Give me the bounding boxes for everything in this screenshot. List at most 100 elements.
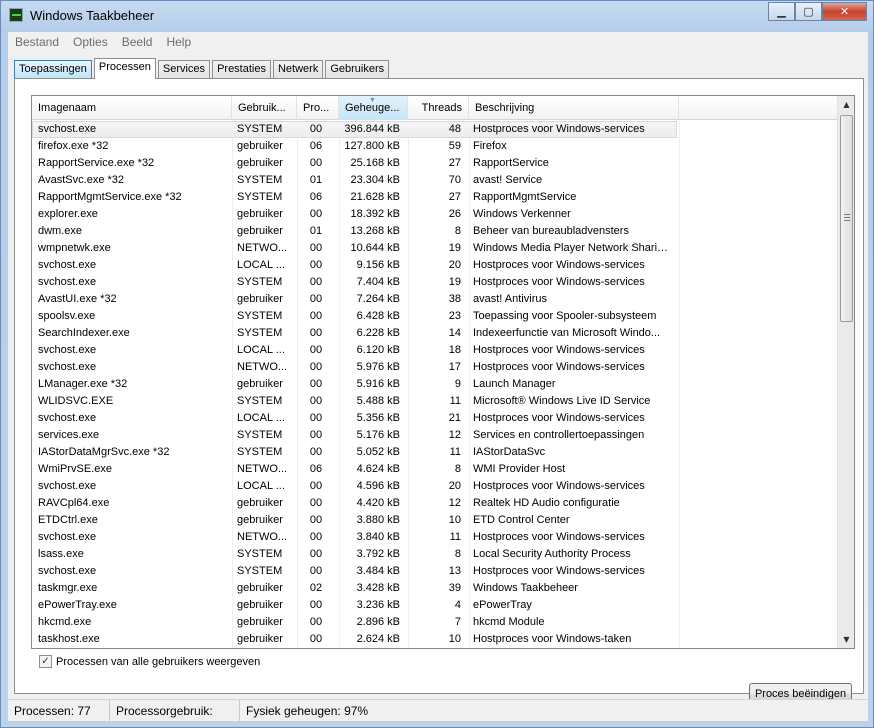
cell-user: LOCAL ... bbox=[237, 259, 285, 271]
cell-description: Windows Taakbeheer bbox=[473, 582, 578, 594]
column-header-threads[interactable]: Threads bbox=[408, 96, 469, 120]
table-row[interactable]: lsass.exe SYSTEM 00 3.792 kB 8 Local Security… bbox=[32, 546, 838, 563]
table-row[interactable]: svchost.exe SYSTEM 00 396.844 kB 48 Hostproce… bbox=[32, 121, 677, 138]
menu-help[interactable]: Help bbox=[159, 35, 198, 49]
cell-description: Toepassing voor Spooler-subsysteem bbox=[473, 310, 657, 322]
table-row[interactable]: WLIDSVC.EXE SYSTEM 00 5.488 kB 11 Microsoft® … bbox=[32, 393, 838, 410]
close-button[interactable]: ✕ bbox=[822, 2, 867, 21]
scrollbar-thumb[interactable] bbox=[840, 115, 853, 322]
cell-threads: 48 bbox=[448, 123, 461, 135]
table-row[interactable]: SearchIndexer.exe SYSTEM 00 6.228 kB 14 Index… bbox=[32, 325, 838, 342]
table-row[interactable]: explorer.exe gebruiker 00 18.392 kB 26 Window… bbox=[32, 206, 838, 223]
cell-image-name: firefox.exe *32 bbox=[38, 140, 109, 152]
table-row[interactable]: svchost.exe LOCAL ... 00 5.356 kB 21 Hostproc… bbox=[32, 410, 838, 427]
table-row[interactable]: RAVCpl64.exe gebruiker 00 4.420 kB 12 Realtek… bbox=[32, 495, 838, 512]
cell-description: Hostproces voor Windows-services bbox=[473, 412, 645, 424]
column-header-user[interactable]: Gebruik... bbox=[232, 96, 297, 120]
column-header-memory[interactable]: ▼ Geheuge... bbox=[339, 96, 408, 120]
scroll-down-icon[interactable]: ▼ bbox=[838, 631, 854, 648]
menu-beeld[interactable]: Beeld bbox=[115, 35, 160, 49]
title-bar[interactable]: Windows Taakbeheer ▁ ▢ ✕ bbox=[1, 1, 873, 31]
cell-image-name: taskmgr.exe bbox=[38, 582, 98, 594]
table-row[interactable]: RapportService.exe *32 gebruiker 00 25.168 … bbox=[32, 155, 838, 172]
maximize-button[interactable]: ▢ bbox=[795, 2, 822, 21]
table-row[interactable]: taskhost.exe gebruiker 00 2.624 kB 10 Hostpro… bbox=[32, 631, 838, 648]
table-row[interactable]: svchost.exe SYSTEM 00 7.404 kB 19 Hostproces … bbox=[32, 274, 838, 291]
tab-services[interactable]: Services bbox=[157, 60, 211, 79]
table-row[interactable]: ePowerTray.exe gebruiker 00 3.236 kB 4 ePower… bbox=[32, 597, 838, 614]
cell-description: Firefox bbox=[473, 140, 507, 152]
vertical-scrollbar[interactable]: ▲ ▼ bbox=[837, 96, 854, 648]
cell-user: NETWO... bbox=[237, 242, 288, 254]
cell-threads: 20 bbox=[448, 480, 461, 492]
tab-users[interactable]: Gebruikers bbox=[325, 60, 390, 79]
cell-image-name: svchost.exe bbox=[38, 276, 97, 288]
column-header-cpu[interactable]: Pro... bbox=[297, 96, 339, 120]
menu-opties[interactable]: Opties bbox=[66, 35, 115, 49]
cell-description: Hostproces voor Windows-services bbox=[473, 531, 645, 543]
cell-threads: 12 bbox=[448, 429, 461, 441]
cell-image-name: WmiPrvSE.exe bbox=[38, 463, 112, 475]
table-row[interactable]: IAStorDataMgrSvc.exe *32 SYSTEM 00 5.052 kB… bbox=[32, 444, 838, 461]
column-header-description[interactable]: Beschrijving bbox=[469, 96, 679, 120]
table-row[interactable]: AvastSvc.exe *32 SYSTEM 01 23.304 kB 70 avast… bbox=[32, 172, 838, 189]
table-row[interactable]: hkcmd.exe gebruiker 00 2.896 kB 7 hkcmd Modul… bbox=[32, 614, 838, 631]
cell-image-name: LManager.exe *32 bbox=[38, 378, 128, 390]
show-all-users-checkbox[interactable]: ✓ bbox=[39, 655, 52, 668]
table-row[interactable]: ETDCtrl.exe gebruiker 00 3.880 kB 10 ETD Cont… bbox=[32, 512, 838, 529]
cell-image-name: svchost.exe bbox=[38, 344, 97, 356]
cell-cpu: 06 bbox=[309, 191, 323, 203]
table-row[interactable]: svchost.exe NETWO... 00 5.976 kB 17 Hostproce… bbox=[32, 359, 838, 376]
table-row[interactable]: LManager.exe *32 gebruiker 00 5.916 kB 9 Laun… bbox=[32, 376, 838, 393]
cell-threads: 13 bbox=[448, 565, 461, 577]
cell-threads: 11 bbox=[449, 395, 461, 407]
table-row[interactable]: WmiPrvSE.exe NETWO... 06 4.624 kB 8 WMI Provi… bbox=[32, 461, 838, 478]
cell-user: gebruiker bbox=[237, 599, 283, 611]
cell-cpu: 00 bbox=[309, 633, 323, 645]
minimize-button[interactable]: ▁ bbox=[768, 2, 795, 21]
table-row[interactable]: wmpnetwk.exe NETWO... 00 10.644 kB 19 Windows… bbox=[32, 240, 838, 257]
table-row[interactable]: dwm.exe gebruiker 01 13.268 kB 8 Beheer van b… bbox=[32, 223, 838, 240]
cell-description: Local Security Authority Process bbox=[473, 548, 631, 560]
table-row[interactable]: RapportMgmtService.exe *32 SYSTEM 06 21.628… bbox=[32, 189, 838, 206]
cell-user: LOCAL ... bbox=[237, 344, 285, 356]
table-row[interactable]: svchost.exe LOCAL ... 00 6.120 kB 18 Hostproc… bbox=[32, 342, 838, 359]
cell-description: Indexeerfunctie van Microsoft Windo... bbox=[473, 327, 661, 339]
cell-image-name: ETDCtrl.exe bbox=[38, 514, 98, 526]
cell-description: Hostproces voor Windows-services bbox=[473, 276, 645, 288]
cell-user: SYSTEM bbox=[237, 310, 283, 322]
cell-description: Services en controllertoepassingen bbox=[473, 429, 645, 441]
status-memory-usage: Fysiek geheugen: 97% bbox=[246, 704, 369, 718]
cell-cpu: 00 bbox=[309, 395, 323, 407]
cell-cpu: 00 bbox=[309, 344, 323, 356]
cell-user: SYSTEM bbox=[237, 191, 283, 203]
task-manager-window: Windows Taakbeheer ▁ ▢ ✕ Bestand Opties … bbox=[0, 0, 874, 728]
table-row[interactable]: services.exe SYSTEM 00 5.176 kB 12 Services e… bbox=[32, 427, 838, 444]
table-row[interactable]: AvastUI.exe *32 gebruiker 00 7.264 kB 38 avas… bbox=[32, 291, 838, 308]
cell-description: Windows Verkenner bbox=[473, 208, 571, 220]
table-row[interactable]: firefox.exe *32 gebruiker 06 127.800 kB 59 Fi… bbox=[32, 138, 838, 155]
column-header-image-name[interactable]: Imagenaam bbox=[32, 96, 232, 120]
show-all-users-option[interactable]: ✓ Processen van alle gebruikers weergeve… bbox=[39, 655, 260, 668]
table-row[interactable]: taskmgr.exe gebruiker 02 3.428 kB 39 Windows … bbox=[32, 580, 838, 597]
table-row[interactable]: svchost.exe LOCAL ... 00 4.596 kB 20 Hostproc… bbox=[32, 478, 838, 495]
table-row[interactable]: svchost.exe SYSTEM 00 3.484 kB 13 Hostproces … bbox=[32, 563, 838, 580]
tab-processes[interactable]: Processen bbox=[93, 58, 156, 79]
table-row[interactable]: spoolsv.exe SYSTEM 00 6.428 kB 23 Toepassing … bbox=[32, 308, 838, 325]
cell-memory: 2.896 kB bbox=[356, 616, 400, 628]
cell-cpu: 00 bbox=[309, 310, 323, 322]
scroll-up-icon[interactable]: ▲ bbox=[838, 96, 854, 113]
cell-cpu: 00 bbox=[309, 616, 323, 628]
process-list[interactable]: Imagenaam Gebruik... Pro... ▼ Geheuge...… bbox=[31, 95, 855, 649]
table-row[interactable]: svchost.exe NETWO... 00 3.840 kB 11 Hostproce… bbox=[32, 529, 838, 546]
cell-description: WMI Provider Host bbox=[473, 463, 566, 475]
cell-user: gebruiker bbox=[237, 514, 283, 526]
menu-bestand[interactable]: Bestand bbox=[8, 35, 66, 49]
tab-network[interactable]: Netwerk bbox=[272, 60, 324, 79]
tab-performance[interactable]: Prestaties bbox=[212, 60, 271, 79]
cell-threads: 10 bbox=[448, 633, 461, 645]
tab-applications[interactable]: Toepassingen bbox=[14, 60, 92, 79]
cell-memory: 6.120 kB bbox=[356, 344, 400, 356]
table-row[interactable]: svchost.exe LOCAL ... 00 9.156 kB 20 Hostproc… bbox=[32, 257, 838, 274]
cell-memory: 7.264 kB bbox=[356, 293, 400, 305]
